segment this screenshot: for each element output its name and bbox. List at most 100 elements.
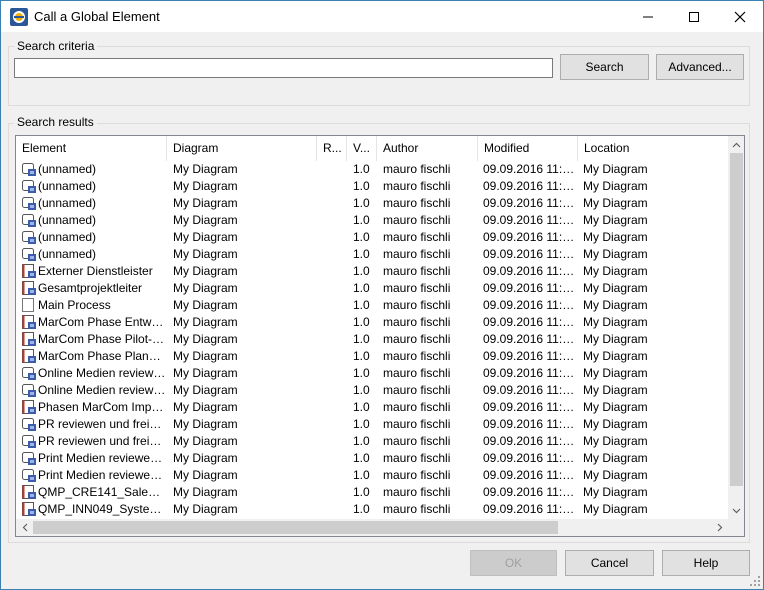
global-element-icon [21,366,37,381]
minimize-button[interactable] [625,1,671,32]
advanced-button[interactable]: Advanced... [656,54,744,80]
column-header-modified[interactable]: Modified [478,136,578,161]
cell-diagram: My Diagram [173,298,238,312]
table-row[interactable]: MarCom Phase Entwickl... My Diagram 1.0 mau… [16,314,728,331]
table-row[interactable]: MarCom Phase Pilot- un... My Diagram 1.0 ma… [16,331,728,348]
cell-location: My Diagram [583,213,648,227]
table-row[interactable]: (unnamed) My Diagram 1.0 mauro fischli 09.09… [16,229,728,246]
cell-version: 1.0 [353,196,370,210]
cell-version: 1.0 [353,230,370,244]
cell-element: MarCom Phase Planung ... [38,349,166,363]
global-element-icon [21,230,37,245]
cell-modified: 09.09.2016 11:5... [483,349,577,363]
table-row[interactable]: (unnamed) My Diagram 1.0 mauro fischli 09.09… [16,195,728,212]
table-row[interactable]: QMP_INN049_System-P... My Diagram 1.0 mauro… [16,501,728,518]
table-row[interactable]: Print Medien reviewen u... My Diagram 1.0 m… [16,467,728,484]
cell-element: QMP_INN049_System-P... [38,502,166,516]
cell-modified: 09.09.2016 11:5... [483,332,577,346]
cell-r [323,331,347,348]
cell-diagram: My Diagram [173,434,238,448]
title-bar[interactable]: Call a Global Element [1,1,763,32]
cell-author: mauro fischli [383,349,451,363]
column-header-author[interactable]: Author [377,136,478,161]
table-row[interactable]: Externer Dienstleister My Diagram 1.0 mauro… [16,263,728,280]
cell-r [323,178,347,195]
maximize-button[interactable] [671,1,717,32]
cell-r [323,450,347,467]
cell-modified: 09.09.2016 11:5... [483,213,577,227]
cell-version: 1.0 [353,213,370,227]
ok-button[interactable]: OK [470,550,557,576]
column-header-diagram[interactable]: Diagram [167,136,317,161]
cell-r [323,348,347,365]
table-row[interactable]: Print Medien reviewen u... My Diagram 1.0 m… [16,450,728,467]
table-row[interactable]: Online Medien reviewen ... My Diagram 1.0 m… [16,382,728,399]
search-button[interactable]: Search [560,54,649,80]
scroll-down-button[interactable] [728,502,744,519]
global-element-icon [21,417,37,432]
cell-author: mauro fischli [383,434,451,448]
scroll-right-button[interactable] [711,519,728,536]
cell-modified: 09.09.2016 11:5... [483,247,577,261]
horizontal-scroll-thumb[interactable] [33,521,558,534]
cell-location: My Diagram [583,485,648,499]
table-row[interactable]: QMP_CRE141_Sales Im... My Diagram 1.0 mauro… [16,484,728,501]
cell-location: My Diagram [583,366,648,380]
results-list[interactable]: Element Diagram R... V... Author Modifie… [15,135,745,537]
cell-diagram: My Diagram [173,315,238,329]
cell-element: (unnamed) [38,230,97,244]
role-icon [21,485,37,500]
close-button[interactable] [717,1,763,32]
table-row[interactable]: PR reviewen und freigeb... My Diagram 1.0 m… [16,416,728,433]
column-header-version[interactable]: V... [347,136,377,161]
search-input[interactable] [14,58,553,78]
cell-element: Phasen MarCom Implem... [38,400,166,414]
close-icon [734,11,746,22]
cell-element: PR reviewen und freigeb... [38,417,166,431]
chevron-right-icon [717,523,722,532]
table-row[interactable]: (unnamed) My Diagram 1.0 mauro fischli 09.09… [16,246,728,263]
vertical-scrollbar[interactable] [728,136,744,519]
cell-diagram: My Diagram [173,349,238,363]
cell-modified: 09.09.2016 11:5... [483,468,577,482]
scroll-up-button[interactable] [728,136,744,153]
vertical-scroll-thumb[interactable] [730,153,743,486]
table-row[interactable]: Gesamtprojektleiter My Diagram 1.0 mauro fi… [16,280,728,297]
cell-author: mauro fischli [383,366,451,380]
cell-author: mauro fischli [383,264,451,278]
table-row[interactable]: MarCom Phase Planung ... My Diagram 1.0 mau… [16,348,728,365]
cell-r [323,399,347,416]
role-icon [21,400,37,415]
cell-diagram: My Diagram [173,383,238,397]
table-row[interactable]: Online Medien reviewen ... My Diagram 1.0 m… [16,365,728,382]
table-row[interactable]: (unnamed) My Diagram 1.0 mauro fischli 09.09… [16,161,728,178]
table-row[interactable]: (unnamed) My Diagram 1.0 mauro fischli 09.09… [16,178,728,195]
cell-location: My Diagram [583,264,648,278]
chevron-up-icon [732,142,741,147]
cell-element: Print Medien reviewen u... [38,468,166,482]
cell-author: mauro fischli [383,502,451,516]
process-icon [21,298,37,313]
table-row[interactable]: (unnamed) My Diagram 1.0 mauro fischli 09.09… [16,212,728,229]
search-criteria-label: Search criteria [14,39,98,53]
resize-grip-icon[interactable] [750,576,761,587]
scroll-left-button[interactable] [16,519,33,536]
column-header-location[interactable]: Location [578,136,728,161]
cell-location: My Diagram [583,196,648,210]
table-row[interactable]: PR reviewen und freigeb... My Diagram 1.0 m… [16,433,728,450]
cell-location: My Diagram [583,349,648,363]
cell-r [323,229,347,246]
cell-element: Online Medien reviewen ... [38,383,166,397]
cell-version: 1.0 [353,281,370,295]
column-header-r[interactable]: R... [317,136,347,161]
cell-r [323,161,347,178]
column-header-element[interactable]: Element [16,136,167,161]
table-row[interactable]: Phasen MarCom Implem... My Diagram 1.0 maur… [16,399,728,416]
cell-location: My Diagram [583,417,648,431]
global-element-icon [21,196,37,211]
cell-version: 1.0 [353,400,370,414]
table-row[interactable]: Main Process My Diagram 1.0 mauro fischli 09… [16,297,728,314]
cancel-button[interactable]: Cancel [565,550,654,576]
help-button[interactable]: Help [662,550,750,576]
horizontal-scrollbar[interactable] [16,519,728,536]
